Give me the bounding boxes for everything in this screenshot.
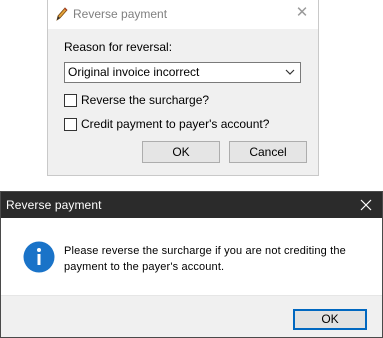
reverse-payment-dialog: Reverse payment ✕ Reason for reversal: O… xyxy=(47,0,319,176)
ok-button[interactable]: OK xyxy=(293,309,367,330)
pencil-icon xyxy=(56,7,68,21)
chevron-down-icon xyxy=(285,69,295,75)
message-line: payment to the payer's account. xyxy=(64,261,225,273)
message-box: Reverse payment Please reverse the surch… xyxy=(0,191,383,338)
reason-label: Reason for reversal: xyxy=(64,40,173,54)
reason-selected-value: Original invoice incorrect xyxy=(68,65,200,79)
message-box-footer: OK xyxy=(1,295,382,337)
checkbox-box[interactable] xyxy=(64,93,77,107)
reason-dropdown[interactable]: Original invoice incorrect xyxy=(64,62,301,83)
message-box-title: Reverse payment xyxy=(6,198,102,212)
message-text: Please reverse the surcharge if you are … xyxy=(64,243,374,275)
credit-payment-checkbox[interactable]: Credit payment to payer's account? xyxy=(64,116,294,132)
message-box-body: Please reverse the surcharge if you are … xyxy=(1,218,382,297)
dialog-title: Reverse payment xyxy=(73,7,168,21)
cancel-button[interactable]: Cancel xyxy=(229,141,307,163)
reverse-surcharge-checkbox[interactable]: Reverse the surcharge? xyxy=(64,92,294,108)
message-box-titlebar: Reverse payment xyxy=(1,192,382,218)
checkbox-label: Credit payment to payer's account? xyxy=(81,117,270,131)
ok-button[interactable]: OK xyxy=(142,141,220,163)
close-icon[interactable]: ✕ xyxy=(294,5,310,21)
dialog-titlebar: Reverse payment ✕ xyxy=(48,0,318,29)
close-icon[interactable] xyxy=(358,197,374,213)
message-line: Please reverse the surcharge if you are … xyxy=(64,245,346,257)
info-icon xyxy=(23,241,55,273)
checkbox-box[interactable] xyxy=(64,117,77,131)
checkbox-label: Reverse the surcharge? xyxy=(81,93,210,107)
